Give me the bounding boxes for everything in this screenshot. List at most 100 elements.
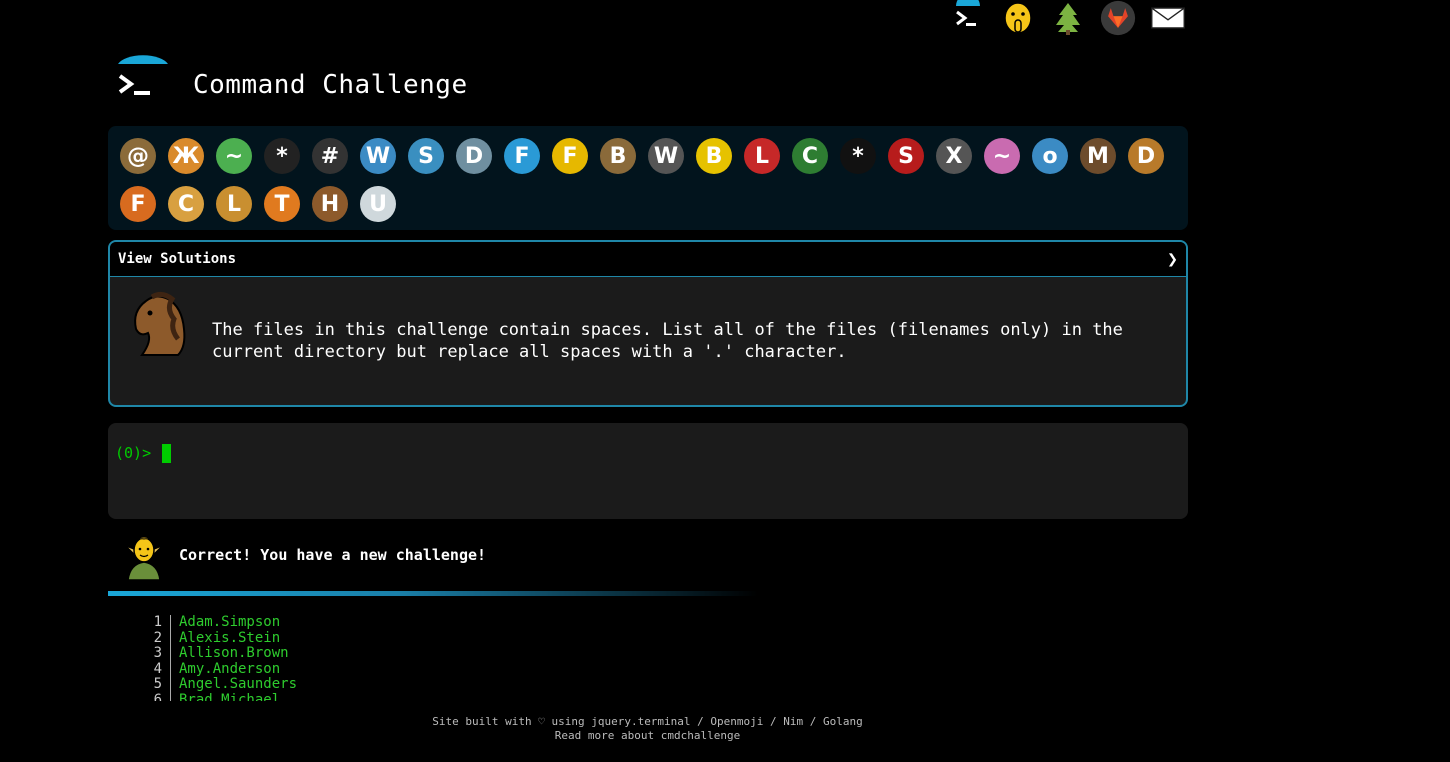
ant-icon[interactable]: * — [258, 132, 306, 180]
filename: Brad.Michael — [179, 691, 281, 701]
terminal-cursor — [162, 444, 171, 463]
scorpion-icon[interactable]: S — [882, 132, 930, 180]
gitlab-icon[interactable] — [1100, 0, 1136, 36]
unicorn-icon[interactable]: U — [354, 180, 402, 228]
microbe-icon[interactable]: o — [1026, 132, 1074, 180]
output-line: 1 Adam.Simpson — [140, 615, 540, 631]
ladybug-icon-glyph: L — [744, 138, 780, 174]
fish-icon-glyph: F — [504, 138, 540, 174]
mail-icon[interactable] — [1150, 0, 1186, 36]
spider-web-icon[interactable]: # — [306, 132, 354, 180]
lion-icon-glyph: L — [216, 186, 252, 222]
blowfish-icon[interactable]: B — [594, 132, 642, 180]
dolphin-icon-glyph: D — [456, 138, 492, 174]
filename: Alexis.Stein — [179, 629, 281, 646]
footer-credits[interactable]: Site built with ♡ using jquery.terminal … — [0, 715, 1295, 729]
challenge-description: The files in this challenge contain spac… — [212, 320, 1123, 362]
tiger-icon[interactable]: T — [258, 180, 306, 228]
shark-icon[interactable]: S — [402, 132, 450, 180]
output-line: 4 Amy.Anderson — [140, 660, 540, 678]
wolf-icon-glyph: W — [648, 138, 684, 174]
cat-icon-glyph: C — [168, 186, 204, 222]
ant-icon-glyph: * — [264, 138, 300, 174]
butterfly-icon[interactable]: Ж — [162, 132, 210, 180]
top-icon-bar — [950, 0, 1186, 36]
challenge-panel: View Solutions ❯ The files in this chall… — [108, 240, 1188, 407]
tropical-fish-icon[interactable]: F — [546, 132, 594, 180]
fly-icon[interactable]: X — [930, 132, 978, 180]
logo-icon[interactable] — [112, 52, 174, 104]
fox-icon[interactable]: F — [114, 180, 162, 228]
monkey-icon[interactable]: M — [1074, 132, 1122, 180]
horse-icon[interactable]: H — [306, 180, 354, 228]
view-solutions-toggle[interactable]: View Solutions ❯ — [110, 242, 1186, 277]
worm-icon-glyph: ~ — [984, 138, 1020, 174]
caterpillar-icon-glyph: ~ — [216, 138, 252, 174]
elf-icon — [122, 532, 166, 581]
tiger-icon-glyph: T — [264, 186, 300, 222]
line-number: 2 — [140, 630, 171, 647]
shark-icon-glyph: S — [408, 138, 444, 174]
snail-icon-glyph: @ — [120, 138, 156, 174]
cricket-icon-glyph: C — [792, 138, 828, 174]
worm-icon[interactable]: ~ — [978, 132, 1026, 180]
challenge-body: The files in this challenge contain spac… — [110, 277, 1186, 405]
line-number: 1 — [140, 615, 171, 631]
shushing-face-icon[interactable] — [1000, 0, 1036, 36]
fly-icon-glyph: X — [936, 138, 972, 174]
scorpion-icon-glyph: S — [888, 138, 924, 174]
command-output: 1 Adam.Simpson 2 Alexis.Stein 3 Allison.Brown… — [140, 615, 540, 701]
challenge-emoji-bar: @ Ж ~ * # W S D F F B W B L C * S X ~ o M D F C L T H U — [108, 126, 1188, 230]
chevron-right-icon: ❯ — [1167, 248, 1178, 270]
output-line: 6 Brad.Michael — [140, 691, 540, 701]
dog-icon[interactable]: D — [1122, 132, 1170, 180]
ladybug-icon[interactable]: L — [738, 132, 786, 180]
terminal-prompt: (0)> — [115, 444, 152, 462]
line-number: 5 — [140, 677, 171, 693]
snail-icon[interactable]: @ — [114, 132, 162, 180]
horse-icon-glyph: H — [312, 186, 348, 222]
unicorn-icon-glyph: U — [360, 186, 396, 222]
spider-icon[interactable]: * — [834, 132, 882, 180]
bee-icon[interactable]: B — [690, 132, 738, 180]
terminal[interactable]: (0)> — [108, 423, 1188, 519]
whale-icon[interactable]: W — [354, 132, 402, 180]
view-solutions-label: View Solutions — [118, 251, 237, 267]
bee-icon-glyph: B — [696, 138, 732, 174]
page-title: Command Challenge — [193, 70, 468, 100]
cricket-icon[interactable]: C — [786, 132, 834, 180]
caterpillar-icon[interactable]: ~ — [210, 132, 258, 180]
filename: Amy.Anderson — [179, 660, 281, 677]
tree-icon[interactable] — [1050, 0, 1086, 36]
whale-icon-glyph: W — [360, 138, 396, 174]
filename: Adam.Simpson — [179, 615, 281, 630]
filename: Angel.Saunders — [179, 676, 298, 693]
footer: Site built with ♡ using jquery.terminal … — [0, 715, 1295, 743]
footer-about-link[interactable]: Read more about cmdchallenge — [0, 729, 1295, 743]
microbe-icon-glyph: o — [1032, 138, 1068, 174]
result-divider — [108, 591, 758, 596]
line-number: 3 — [140, 646, 171, 662]
output-line: 3 Allison.Brown — [140, 646, 540, 662]
tropical-fish-icon-glyph: F — [552, 138, 588, 174]
line-number: 6 — [140, 692, 171, 701]
fox-icon-glyph: F — [120, 186, 156, 222]
cat-icon[interactable]: C — [162, 180, 210, 228]
result-message: Correct! You have a new challenge! — [179, 546, 487, 564]
terminal-icon[interactable] — [950, 0, 986, 36]
fish-icon[interactable]: F — [498, 132, 546, 180]
spider-web-icon-glyph: # — [312, 138, 348, 174]
blowfish-icon-glyph: B — [600, 138, 636, 174]
spider-icon-glyph: * — [840, 138, 876, 174]
filename: Allison.Brown — [179, 645, 289, 662]
line-number: 4 — [140, 661, 171, 678]
output-line: 2 Alexis.Stein — [140, 629, 540, 647]
dog-icon-glyph: D — [1128, 138, 1164, 174]
monkey-icon-glyph: M — [1080, 138, 1116, 174]
wolf-icon[interactable]: W — [642, 132, 690, 180]
butterfly-icon-glyph: Ж — [168, 138, 204, 174]
lion-icon[interactable]: L — [210, 180, 258, 228]
dolphin-icon[interactable]: D — [450, 132, 498, 180]
output-line: 5 Angel.Saunders — [140, 677, 540, 693]
horse-icon — [122, 289, 190, 357]
